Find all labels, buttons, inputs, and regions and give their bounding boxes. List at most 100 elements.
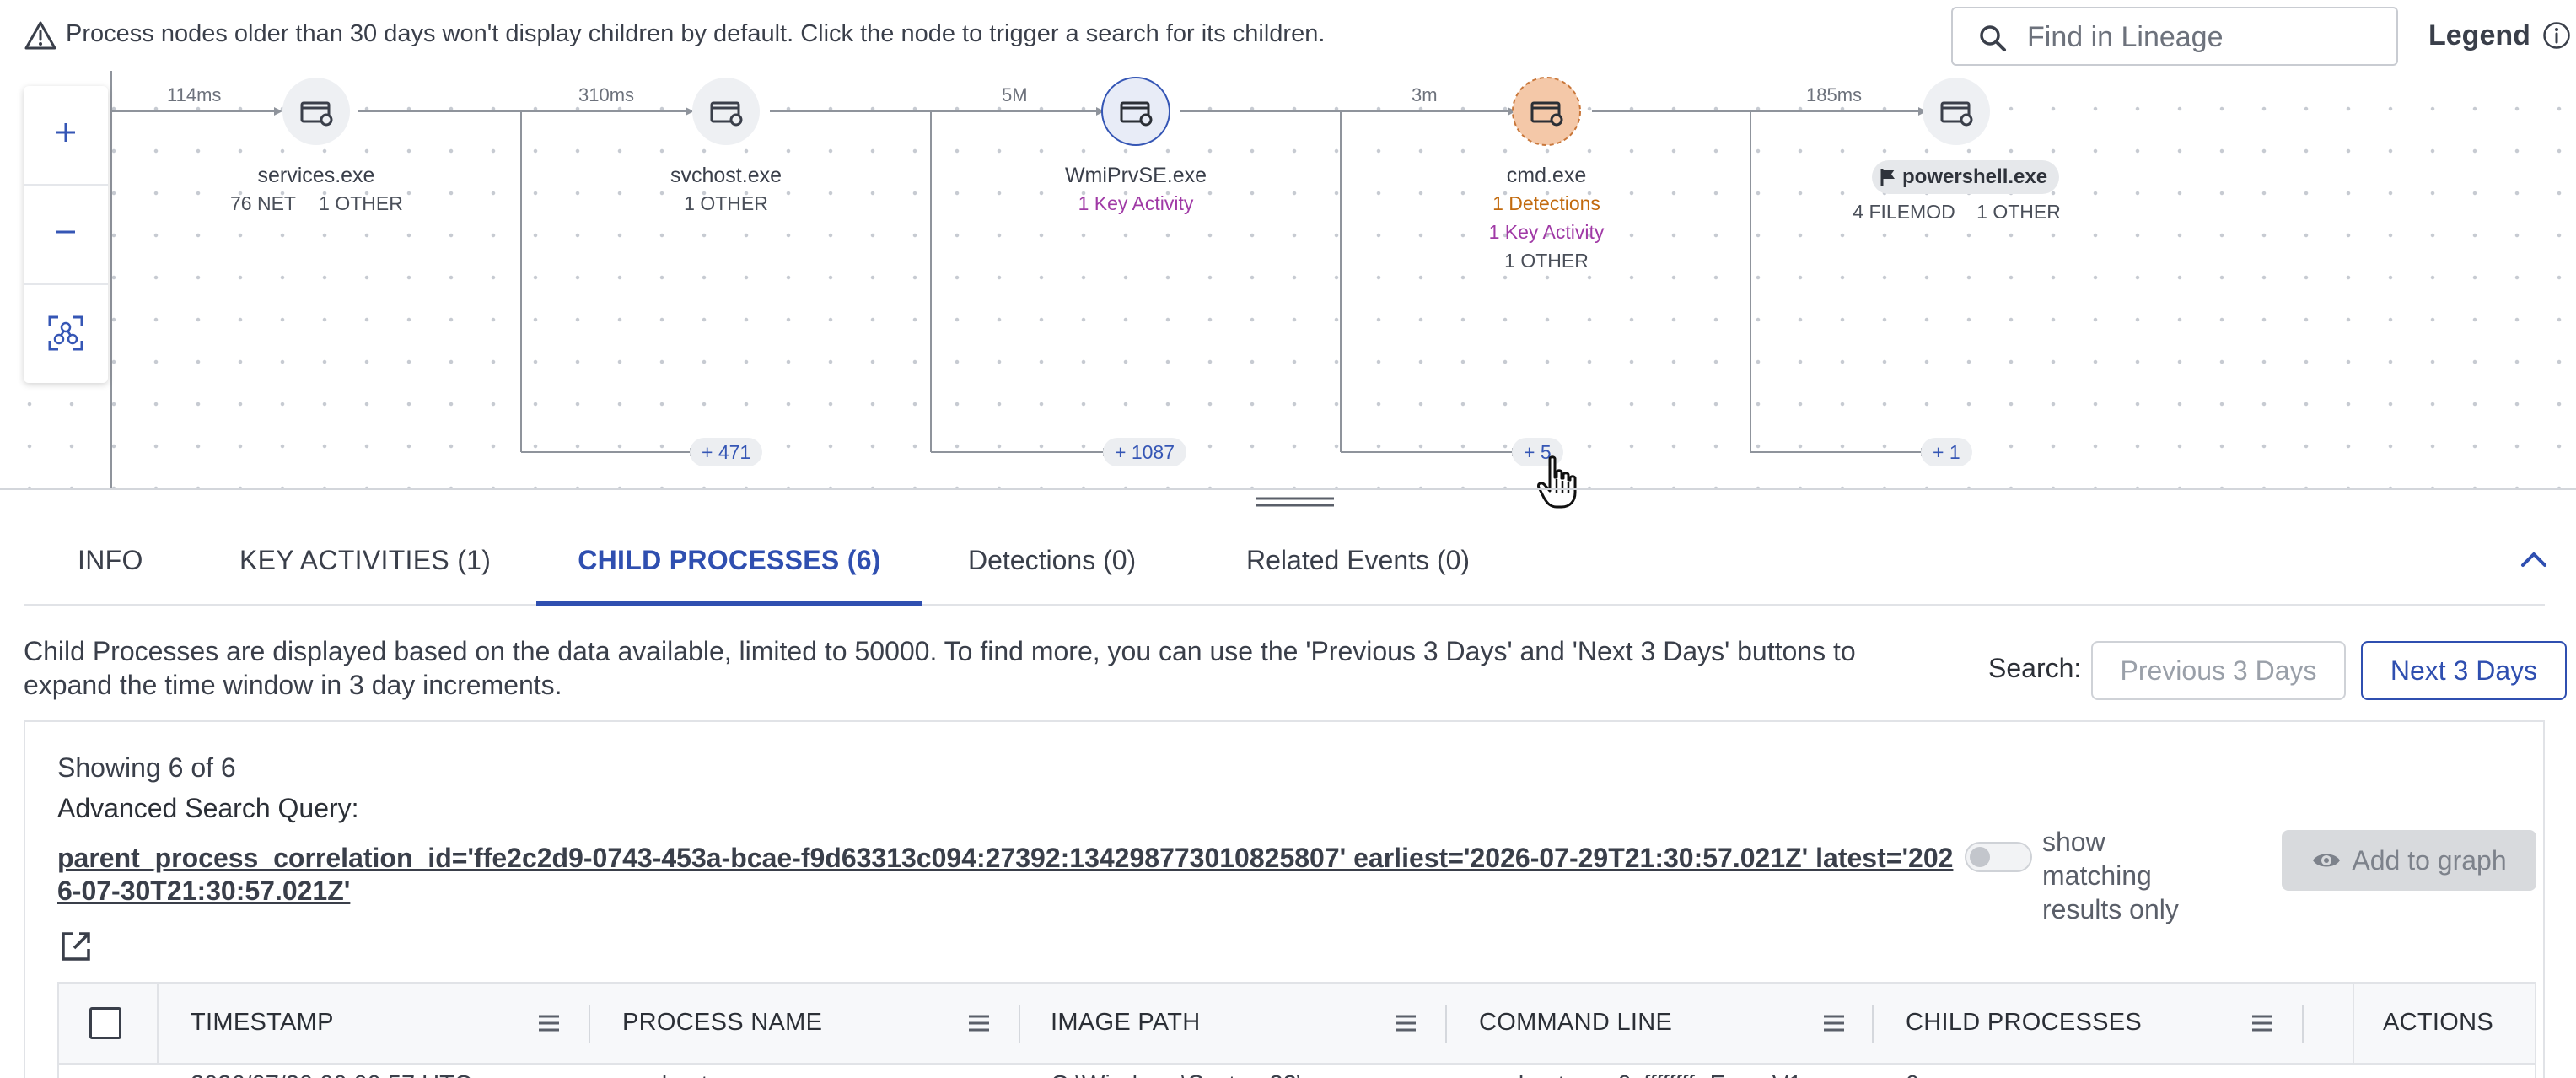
node-meta-key-activity: 1 Key Activity: [1078, 192, 1194, 214]
column-header-timestamp[interactable]: TIMESTAMP: [191, 1009, 334, 1037]
node-meta-other: 1 OTHER: [1504, 250, 1589, 272]
node-name[interactable]: WmiPrvSE.exe: [1065, 164, 1207, 188]
column-divider: [1872, 1005, 1874, 1043]
column-header-command-line[interactable]: COMMAND LINE: [1479, 1009, 1672, 1037]
node-name[interactable]: svchost.exe: [670, 164, 782, 188]
node-meta-key-activity: 1 Key Activity: [1488, 221, 1605, 243]
detail-tabs: INFO KEY ACTIVITIES (1) CHILD PROCESSES …: [24, 523, 2545, 606]
warning-text: Process nodes older than 30 days won't d…: [66, 20, 1326, 47]
column-divider: [1445, 1005, 1447, 1043]
column-header-process-name[interactable]: PROCESS NAME: [622, 1009, 822, 1037]
child-processes-table: TIMESTAMP PROCESS NAME IMAGE PATH COMMAN…: [57, 982, 2536, 1078]
search-label: Search:: [1988, 653, 2082, 683]
search-icon: [1980, 25, 2006, 51]
tab-key-activities[interactable]: KEY ACTIVITIES (1): [239, 523, 491, 606]
zoom-in-icon: [56, 123, 75, 142]
previous-3-days-button[interactable]: Previous 3 Days: [2091, 641, 2346, 700]
edge-time-label: 3m: [1412, 84, 1438, 105]
select-all-checkbox[interactable]: [89, 1007, 121, 1039]
edge-time-label: 114ms: [167, 84, 222, 105]
edge-time-label: 5M: [1002, 84, 1028, 105]
results-panel: Showing 6 of 6 Advanced Search Query: pa…: [24, 720, 2545, 1078]
flag-icon: [1880, 169, 1895, 186]
results-count: Showing 6 of 6: [57, 752, 236, 783]
edge-time-label: 185ms: [1806, 84, 1863, 105]
node-name[interactable]: services.exe: [258, 164, 375, 188]
cell-image-path: C:\Windows\System32\: [1051, 1071, 1304, 1078]
tab-info[interactable]: INFO: [78, 523, 143, 606]
process-node-wmiprvse[interactable]: [1101, 77, 1170, 146]
cell-process-name: conhost.exe: [622, 1071, 754, 1078]
hand-cursor-icon: [1537, 455, 1577, 509]
info-icon: [2543, 22, 2570, 49]
next-3-days-button[interactable]: Next 3 Days: [2361, 641, 2567, 700]
node-meta-detections: 1 Detections: [1492, 192, 1600, 214]
zoom-out-icon: [56, 230, 75, 234]
eye-icon: [2313, 854, 2341, 867]
chevron-up-icon[interactable]: [2520, 547, 2548, 572]
find-in-lineage-input[interactable]: [2027, 17, 2381, 57]
fit-view-icon: [48, 315, 83, 351]
edge-time-label: 310ms: [578, 84, 635, 105]
table-row[interactable]: 2026/07/30 00:00:57 UTC conhost.exe C:\W…: [59, 1066, 2535, 1078]
warning-banner: Process nodes older than 30 days won't d…: [0, 0, 2576, 71]
expand-children-badge[interactable]: + 1: [1921, 438, 1972, 466]
column-header-actions: ACTIONS: [2383, 1009, 2493, 1036]
column-menu-icon[interactable]: [1823, 1014, 1845, 1032]
column-menu-icon[interactable]: [968, 1014, 990, 1032]
expand-children-badge[interactable]: + 1087: [1103, 438, 1186, 466]
toggle-knob: [1970, 847, 1990, 867]
find-in-lineage-box[interactable]: [1951, 7, 2398, 66]
node-meta-net: 76 NET: [230, 192, 296, 214]
tab-child-processes[interactable]: CHILD PROCESSES (6): [536, 523, 922, 606]
process-node-services[interactable]: [282, 78, 350, 145]
open-external-icon[interactable]: [59, 930, 93, 963]
process-node-powershell[interactable]: [1923, 78, 1990, 145]
node-name-chip[interactable]: powershell.exe: [1872, 160, 2060, 194]
graph-edges: [110, 71, 1990, 489]
show-matching-label: show matching results only: [2042, 827, 2179, 924]
expand-children-badge[interactable]: + 471: [690, 438, 763, 466]
node-meta-other: 1 OTHER: [1976, 201, 2061, 223]
lineage-graph[interactable]: 114ms 310ms 5M 3m 185ms services.exe 76 …: [0, 71, 2576, 489]
column-header-child-processes[interactable]: CHILD PROCESSES: [1906, 1009, 2142, 1037]
column-menu-icon[interactable]: [2251, 1014, 2273, 1032]
child-processes-description: Child Processes are displayed based on t…: [24, 636, 1856, 700]
advanced-query-link[interactable]: parent_process_correlation_id='ffe2c2d9-…: [57, 842, 1955, 908]
cell-timestamp: 2026/07/30 00:00:57 UTC: [191, 1071, 472, 1078]
fit-view-button[interactable]: [24, 287, 108, 380]
process-node-cmd[interactable]: [1512, 77, 1581, 146]
panel-splitter[interactable]: [0, 488, 2576, 490]
column-divider: [589, 1005, 590, 1043]
column-divider: [2353, 984, 2354, 1065]
cell-child-processes: 0: [1906, 1071, 1919, 1078]
drag-handle-icon[interactable]: [1256, 496, 1334, 508]
zoom-divider: [24, 283, 108, 285]
add-to-graph-label: Add to graph: [2352, 844, 2507, 876]
legend-label: Legend: [2428, 19, 2530, 51]
process-node-svchost[interactable]: [692, 78, 760, 145]
zoom-out-button[interactable]: [24, 186, 108, 278]
table-header: TIMESTAMP PROCESS NAME IMAGE PATH COMMAN…: [59, 984, 2535, 1065]
advanced-query-label: Advanced Search Query:: [57, 793, 359, 823]
column-header-image-path[interactable]: IMAGE PATH: [1051, 1009, 1201, 1037]
node-name[interactable]: cmd.exe: [1507, 164, 1586, 188]
show-matching-toggle[interactable]: [1965, 842, 2032, 872]
add-to-graph-button[interactable]: Add to graph: [2282, 830, 2536, 891]
warning-triangle-icon: [24, 21, 56, 50]
zoom-in-button[interactable]: [24, 86, 108, 179]
node-meta-other: 1 OTHER: [319, 192, 403, 214]
node-name: powershell.exe: [1902, 165, 2048, 188]
node-meta-filemod: 4 FILEMOD: [1853, 201, 1955, 223]
legend-button[interactable]: Legend: [2428, 15, 2571, 56]
column-menu-icon[interactable]: [1395, 1014, 1417, 1032]
zoom-controls: [24, 86, 108, 383]
column-divider: [1019, 1005, 1020, 1043]
column-divider: [2302, 1005, 2304, 1043]
cell-command-line: conhost.exe 0xffffffff -ForceV1: [1479, 1071, 1802, 1078]
node-meta-other: 1 OTHER: [684, 192, 768, 214]
tab-detections[interactable]: Detections (0): [968, 523, 1136, 606]
column-menu-icon[interactable]: [538, 1014, 560, 1032]
tab-related-events[interactable]: Related Events (0): [1246, 523, 1470, 606]
column-divider: [157, 984, 159, 1065]
